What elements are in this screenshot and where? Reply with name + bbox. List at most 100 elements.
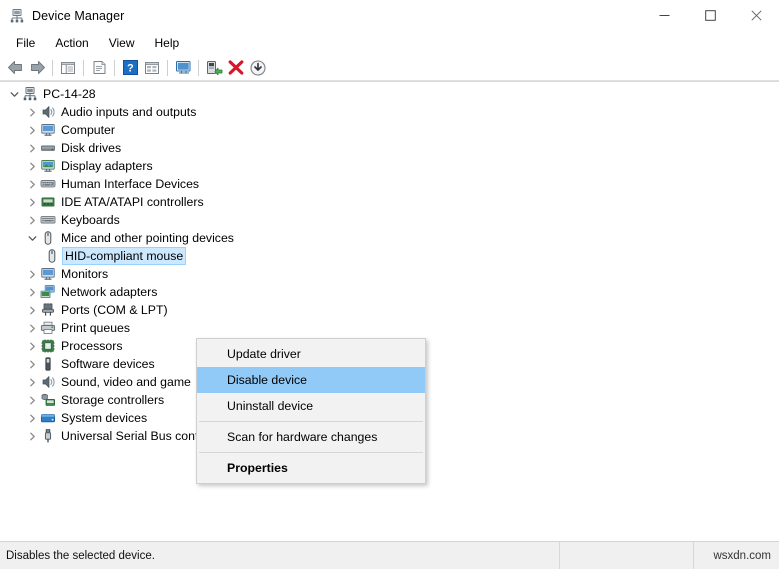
software-device-icon [40, 356, 56, 372]
minimize-button[interactable] [641, 0, 687, 31]
show-hide-console-tree-icon[interactable] [57, 57, 79, 79]
scan-hardware-changes-icon[interactable] [247, 57, 269, 79]
help-icon[interactable]: ? [119, 57, 141, 79]
tree-node-label: Computer [61, 123, 115, 137]
system-device-icon [40, 410, 56, 426]
printer-icon [40, 320, 56, 336]
menu-file[interactable]: File [6, 34, 45, 53]
network-icon [40, 284, 56, 300]
context-menu-item-update-driver[interactable]: Update driver [197, 341, 425, 367]
tree-row-disk-drives[interactable]: Disk drives [0, 139, 779, 157]
device-tree-panel[interactable]: PC-14-28 Audio inputs and outputs Comput… [0, 81, 779, 541]
tree-node-label: Processors [61, 339, 123, 353]
chevron-down-icon[interactable] [24, 230, 40, 246]
chevron-right-icon[interactable] [24, 428, 40, 444]
tree-node-label: Keyboards [61, 213, 120, 227]
chevron-right-icon[interactable] [24, 266, 40, 282]
status-middle-cell [560, 542, 694, 569]
tree-node-label: Print queues [61, 321, 131, 335]
chevron-right-icon[interactable] [24, 140, 40, 156]
device-manager-icon [9, 8, 25, 24]
svg-text:?: ? [127, 62, 134, 74]
tree-row-mice-and-other-pointing-devices[interactable]: Mice and other pointing devices [0, 229, 779, 247]
tree-row-network-adapters[interactable]: Network adapters [0, 283, 779, 301]
tree-node-label: Display adapters [61, 159, 153, 173]
view-list-icon[interactable] [141, 57, 163, 79]
maximize-button[interactable] [687, 0, 733, 31]
menu-action[interactable]: Action [45, 34, 98, 53]
context-menu-item-scan-for-hardware-changes[interactable]: Scan for hardware changes [197, 424, 425, 450]
context-menu-item-uninstall-device[interactable]: Uninstall device [197, 393, 425, 419]
chevron-right-icon[interactable] [24, 158, 40, 174]
context-menu-item-properties[interactable]: Properties [197, 455, 425, 481]
tree-node-label: Network adapters [61, 285, 158, 299]
chevron-right-icon[interactable] [24, 122, 40, 138]
tree-node-label: Mice and other pointing devices [61, 231, 234, 245]
tree-row-display-adapters[interactable]: Display adapters [0, 157, 779, 175]
tree-node-label-selected: HID-compliant mouse [61, 247, 187, 265]
usb-icon [40, 428, 56, 444]
tree-row-root[interactable]: PC-14-28 [0, 85, 779, 103]
tree-row-monitors[interactable]: Monitors [0, 265, 779, 283]
hid-icon [40, 176, 56, 192]
toolbar: ? [0, 55, 779, 81]
chevron-right-icon[interactable] [24, 302, 40, 318]
disk-icon [40, 140, 56, 156]
mouse-icon [44, 248, 60, 264]
tree-row-human-interface-devices[interactable]: Human Interface Devices [0, 175, 779, 193]
tree-row-print-queues[interactable]: Print queues [0, 319, 779, 337]
chevron-right-icon[interactable] [24, 356, 40, 372]
tree-row-ide-ata-atapi-controllers[interactable]: IDE ATA/ATAPI controllers [0, 193, 779, 211]
back-icon[interactable] [4, 57, 26, 79]
chevron-right-icon[interactable] [24, 410, 40, 426]
tree-row-hid-compliant-mouse[interactable]: HID-compliant mouse [0, 247, 779, 265]
watermark: wsxdn.com [713, 549, 771, 562]
port-icon [40, 302, 56, 318]
menu-help[interactable]: Help [145, 34, 190, 53]
tree-node-label: Monitors [61, 267, 109, 281]
chevron-right-icon[interactable] [24, 374, 40, 390]
chevron-right-icon[interactable] [24, 212, 40, 228]
chevron-right-icon[interactable] [24, 284, 40, 300]
speaker-icon [40, 104, 56, 120]
chevron-right-icon[interactable] [24, 320, 40, 336]
chevron-down-icon[interactable] [6, 86, 22, 102]
tree-node-label: Sound, video and game [61, 375, 191, 389]
context-menu-item-disable-device[interactable]: Disable device [197, 367, 425, 393]
tree-node-label: Audio inputs and outputs [61, 105, 197, 119]
chevron-right-icon[interactable] [24, 194, 40, 210]
window-controls [641, 0, 779, 31]
chevron-right-icon[interactable] [24, 392, 40, 408]
status-message: Disables the selected device. [0, 542, 560, 569]
context-menu-separator [199, 452, 423, 453]
update-driver-icon[interactable] [172, 57, 194, 79]
monitor-icon [40, 122, 56, 138]
context-menu[interactable]: Update driver Disable device Uninstall d… [196, 338, 426, 484]
uninstall-device-icon[interactable] [225, 57, 247, 79]
chevron-right-icon[interactable] [24, 176, 40, 192]
toolbar-separator [52, 59, 53, 76]
tree-row-ports-com-and-lpt[interactable]: Ports (COM & LPT) [0, 301, 779, 319]
tree-row-audio-inputs-and-outputs[interactable]: Audio inputs and outputs [0, 103, 779, 121]
tree-row-keyboards[interactable]: Keyboards [0, 211, 779, 229]
context-menu-separator [199, 421, 423, 422]
monitor-icon [40, 266, 56, 282]
chevron-right-icon[interactable] [24, 104, 40, 120]
menu-bar: File Action View Help [0, 31, 779, 55]
ide-controller-icon [40, 194, 56, 210]
forward-icon[interactable] [26, 57, 48, 79]
processor-icon [40, 338, 56, 354]
chevron-right-icon[interactable] [24, 338, 40, 354]
computer-root-icon [22, 86, 38, 102]
toolbar-separator [114, 59, 115, 76]
close-button[interactable] [733, 0, 779, 31]
tree-node-label: Software devices [61, 357, 155, 371]
tree-node-label: Human Interface Devices [61, 177, 200, 191]
tree-row-computer[interactable]: Computer [0, 121, 779, 139]
tree-node-label: Disk drives [61, 141, 122, 155]
mouse-icon [40, 230, 56, 246]
storage-controller-icon [40, 392, 56, 408]
enable-device-icon[interactable] [203, 57, 225, 79]
menu-view[interactable]: View [99, 34, 145, 53]
properties-icon[interactable] [88, 57, 110, 79]
